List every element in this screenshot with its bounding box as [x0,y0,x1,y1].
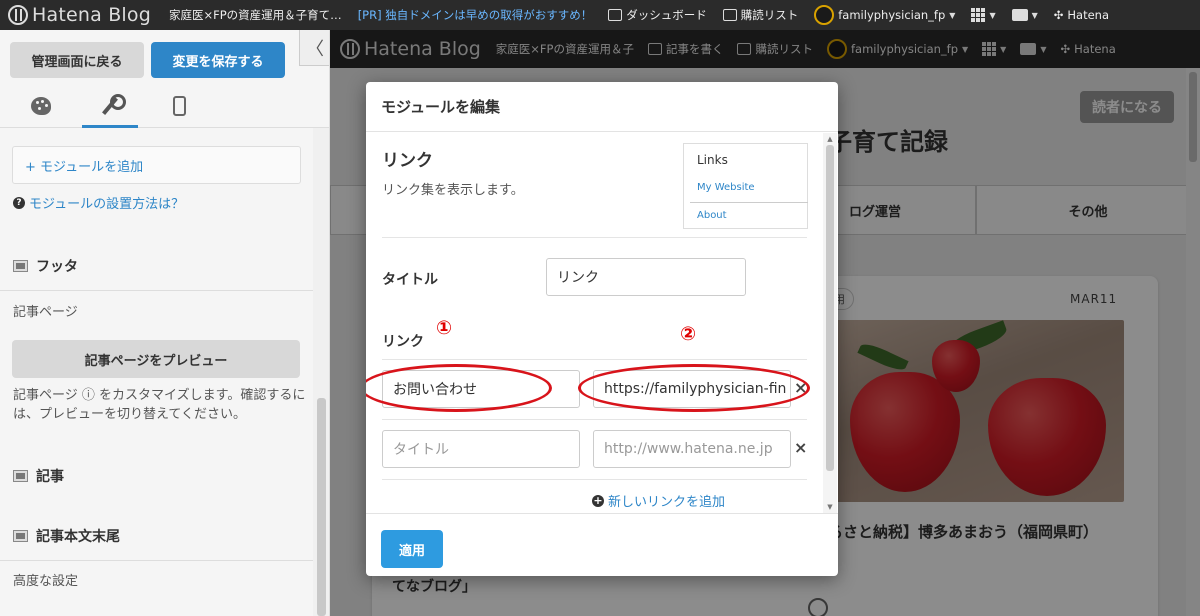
hatena-label: Hatena [1067,8,1110,22]
notifications-menu[interactable]: ▼ [1004,9,1046,21]
module-preview-thumbnail: Links My Website About [683,143,808,229]
help-link-label: モジュールの設置方法は？ [29,197,185,212]
edit-module-modal: モジュールを編集 リンク リンク集を表示します。 Links My Websit… [366,82,838,576]
modal-body: リンク リンク集を表示します。 Links My Website About タ… [366,133,838,513]
title-field-label: タイトル [382,272,438,288]
apps-menu[interactable]: ▼ [963,8,1003,22]
section-article-end-label: 記事本文末尾 [36,529,120,545]
thumb-link: My Website [697,182,755,193]
collapse-sidebar-button[interactable]: 〈 [299,30,329,66]
modal-scrollbar[interactable]: ▲ ▼ [823,133,837,513]
hatena-link[interactable]: ✣ Hatena [1046,8,1117,22]
back-to-admin-button[interactable]: 管理画面に戻る [10,42,144,78]
preview-wrap: 記事ページをプレビュー [0,340,329,378]
annotation-marker-1: ① [436,317,453,339]
new-link-url-input[interactable]: http://www.hatena.ne.jp [593,430,791,468]
scroll-up-arrow-icon[interactable]: ▲ [826,135,834,143]
tab-design-theme[interactable] [13,84,69,128]
dashboard-icon [608,9,623,21]
preview-article-page-button[interactable]: 記事ページをプレビュー [12,340,300,378]
module-description: リンク集を表示します。 [382,183,524,198]
pr-link[interactable]: [PR] 独自ドメインは早めの取得がおすすめ！ [350,7,601,23]
sidebar-header: 管理画面に戻る 変更を保存する 〈 [0,30,329,128]
sidebar-body: + モジュールを追加 ? モジュールの設置方法は？ フッタ 記事ページ 記事ペー… [0,128,329,589]
divider [382,479,807,480]
dashboard-link[interactable]: ダッシュボード [600,7,715,23]
thumb-divider [690,202,808,203]
chevron-down-icon: ▼ [1031,10,1038,20]
reading-list-label: 購読リスト [740,8,799,22]
hatena-blog-logo[interactable]: Hatena Blog [0,4,161,26]
remove-link-button[interactable]: × [794,438,807,457]
annotation-ellipse-1 [366,364,552,412]
add-link-button[interactable]: + 新しいリンクを追加 [592,491,725,510]
article-end-icon [13,530,28,542]
add-link-label: 新しいリンクを追加 [608,495,726,510]
thumb-link: About [697,210,727,221]
article-page-description: 記事ページ ⓘ をカスタマイズします。確認するには、プレビューを切り替えてくださ… [13,388,306,422]
article-page-heading: 記事ページ [0,290,329,320]
palette-icon [31,97,51,115]
chevron-down-icon: ▼ [949,10,956,20]
dashboard-label: ダッシュボード [626,8,707,22]
modal-title: モジュールを編集 [366,82,838,132]
scroll-down-arrow-icon[interactable]: ▼ [826,503,834,511]
hatena-dots-icon: ✣ [1053,8,1064,22]
avatar [814,5,835,25]
sidebar-scrollbar[interactable] [313,128,329,616]
module-help-link[interactable]: ? モジュールの設置方法は？ [13,193,329,212]
reading-list-icon [722,9,737,21]
annotation-marker-2: ② [680,323,697,345]
divider [382,359,807,360]
footer-icon [13,260,28,272]
smartphone-icon [172,96,186,116]
scrollbar-thumb[interactable] [317,398,326,616]
section-article[interactable]: 記事 [13,466,329,486]
module-title-input[interactable]: リンク [546,258,746,296]
tab-customize[interactable] [82,84,138,128]
advanced-settings[interactable]: 高度な設定 [0,560,329,589]
user-name: familyphysician_fp [838,8,946,22]
chevron-down-icon: ▼ [989,10,996,20]
annotation-ellipse-2 [578,364,810,412]
save-changes-button[interactable]: 変更を保存する [151,42,285,78]
logo-text: Hatena Blog [32,4,151,26]
design-sidebar: 管理画面に戻る 変更を保存する 〈 + モジュールを追加 ? モジュールの設置方… [0,30,330,616]
module-name: リンク [382,151,433,171]
plus-circle-icon: + [592,493,604,507]
divider [382,419,807,420]
section-article-end[interactable]: 記事本文末尾 [13,526,329,546]
global-header: Hatena Blog 家庭医×FPの資産運用＆子育て… [PR] 独自ドメイン… [0,0,1200,30]
tab-smartphone[interactable] [151,84,207,128]
scrollbar-thumb[interactable] [826,145,834,471]
hatena-logo-icon [8,5,28,25]
blog-name-link[interactable]: 家庭医×FPの資産運用＆子育て… [161,7,350,23]
grid-icon [971,8,986,22]
advanced-settings-label: 高度な設定 [13,574,79,589]
section-footer[interactable]: フッタ [13,256,329,276]
modal-footer: 適用 [366,513,838,576]
sidebar-tabs [0,84,329,128]
section-article-label: 記事 [36,469,64,485]
apply-button[interactable]: 適用 [381,530,443,568]
article-icon [13,470,28,482]
divider [382,237,807,238]
notification-icon [1011,9,1028,21]
question-icon: ? [13,196,25,209]
links-label: リンク [382,334,424,350]
thumb-title: Links [697,153,728,167]
chevron-left-icon: 〈 [306,38,324,60]
new-link-title-input[interactable]: タイトル [382,430,580,468]
article-page-label: 記事ページ [13,305,78,320]
add-module-button[interactable]: + モジュールを追加 [12,146,301,184]
wrench-icon [99,93,126,116]
section-footer-label: フッタ [36,259,78,275]
user-menu[interactable]: familyphysician_fp ▼ [806,5,963,25]
reading-list-link[interactable]: 購読リスト [715,7,807,23]
